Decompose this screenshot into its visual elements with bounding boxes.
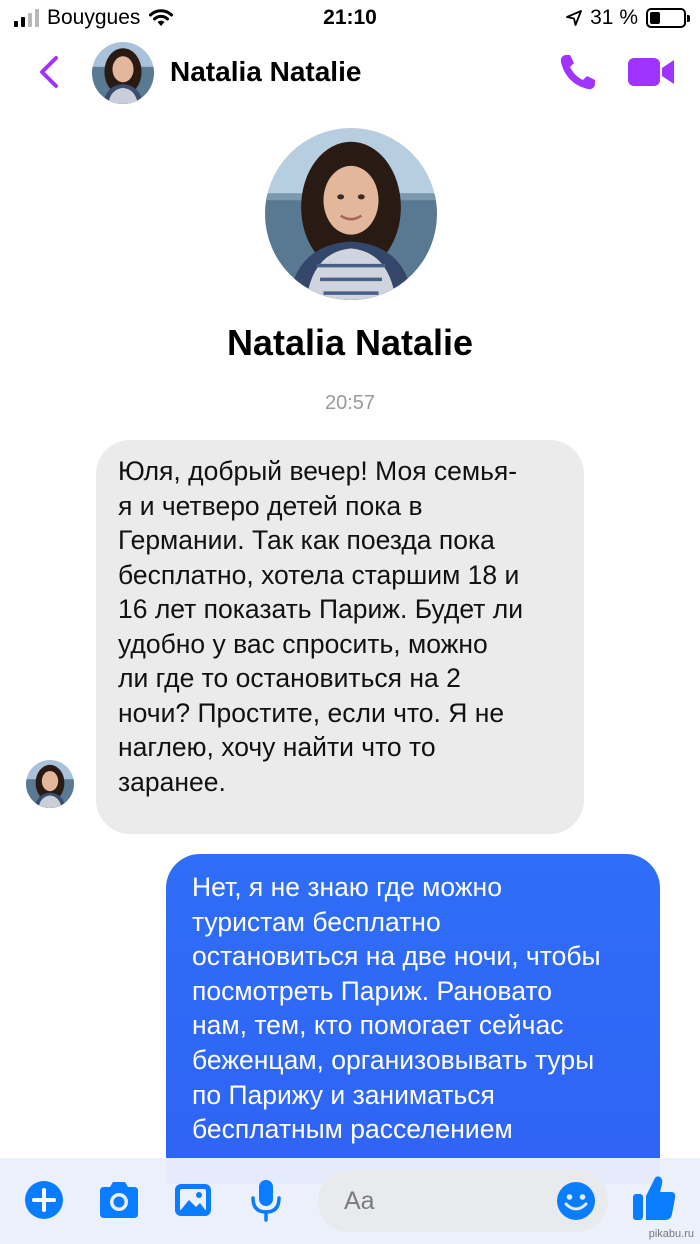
watermark: pikabu.ru	[648, 1228, 694, 1240]
message-line: по Парижу и заниматься	[192, 1079, 495, 1110]
profile-avatar[interactable]	[265, 128, 437, 300]
microphone-icon[interactable]	[246, 1178, 286, 1222]
avatar-photo	[92, 42, 154, 104]
message-line: посмотреть Париж. Рановато	[192, 975, 552, 1006]
message-input-placeholder: Aa	[344, 1187, 375, 1215]
message-line: Нет, я не знаю где можно	[192, 872, 502, 902]
message-line: удобно у вас спросить, можно	[118, 628, 488, 659]
message-line: бесплатно, хотела старшим 18 и	[118, 559, 520, 590]
status-right: 31 %	[566, 6, 690, 30]
avatar-photo-small	[26, 760, 74, 808]
message-line: остановиться на две ночи, чтобы	[192, 941, 601, 972]
outgoing-message-bubble[interactable]: Нет, я не знаю где можно туристам беспла…	[166, 854, 660, 1184]
message-line: нам, тем, кто помогает сейчас	[192, 1010, 564, 1041]
back-chevron-icon[interactable]	[30, 52, 70, 92]
gallery-icon[interactable]	[172, 1178, 214, 1222]
chat-header: Natalia Natalie	[0, 38, 700, 106]
message-line: 16 лет показать Париж. Будет ли	[118, 594, 524, 624]
message-line: ночи? Простите, если что. Я не	[118, 697, 505, 728]
thumbs-up-icon[interactable]	[630, 1172, 678, 1224]
avatar-photo-large	[265, 128, 437, 300]
header-contact-name[interactable]: Natalia Natalie	[170, 56, 361, 88]
sender-avatar[interactable]	[26, 760, 74, 808]
battery-percent: 31 %	[590, 6, 638, 29]
battery-icon	[646, 8, 690, 28]
emoji-icon[interactable]	[554, 1179, 598, 1223]
message-line: заранее.	[118, 766, 226, 797]
location-arrow-icon	[566, 10, 583, 26]
message-line: наглею, хочу найти что то	[118, 732, 436, 762]
video-camera-icon[interactable]	[626, 52, 676, 92]
header-avatar[interactable]	[92, 42, 154, 104]
profile-name: Natalia Natalie	[226, 322, 474, 363]
message-input[interactable]: Aa	[318, 1170, 608, 1232]
incoming-message-bubble[interactable]: Юля, добрый вечер! Моя семья- я и четвер…	[96, 440, 584, 834]
message-composer: Aa pikabu.ru	[0, 1158, 700, 1244]
camera-icon[interactable]	[96, 1178, 142, 1222]
message-line: Германии. Так как поезда пока	[118, 525, 495, 555]
status-bar: Bouygues 21:10 31 %	[0, 0, 700, 38]
message-line: Юля, добрый вечер! Моя семья-	[118, 456, 518, 486]
phone-icon[interactable]	[556, 50, 600, 94]
message-line: ли где то остановиться на 2	[118, 663, 461, 693]
message-line: я и четверо детей пока в	[118, 490, 423, 521]
message-line: беженцам, организовывать туры	[192, 1044, 595, 1075]
message-line: бесплатным расселением	[192, 1114, 513, 1145]
message-line: туристам бесплатно	[192, 906, 441, 937]
message-timestamp: 20:57	[324, 392, 376, 414]
plus-icon[interactable]	[22, 1178, 66, 1222]
